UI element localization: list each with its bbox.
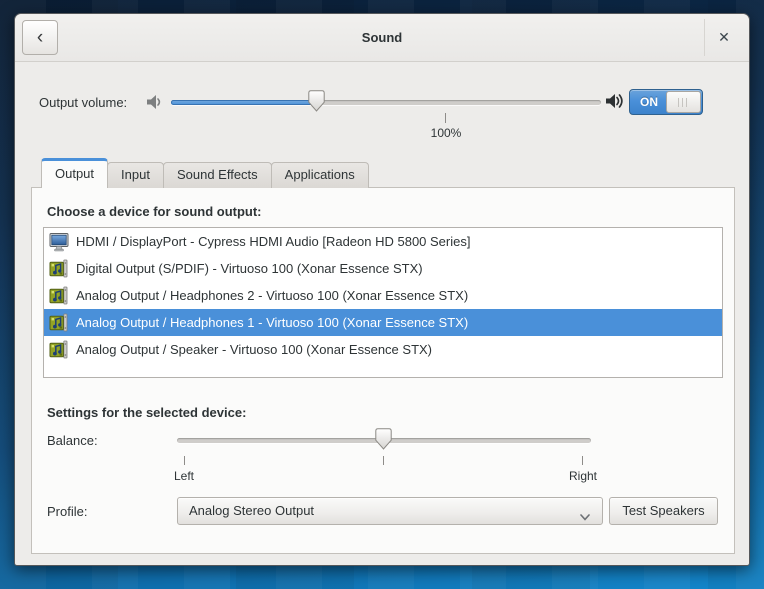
speaker-low-icon — [146, 94, 164, 115]
balance-right-tick — [582, 456, 583, 465]
output-volume-handle[interactable] — [308, 90, 325, 117]
profile-dropdown[interactable]: Analog Stereo Output — [177, 497, 603, 525]
tab-sound-effects[interactable]: Sound Effects — [163, 162, 272, 188]
device-row-spdif[interactable]: Digital Output (S/PDIF) - Virtuoso 100 (… — [44, 255, 722, 282]
device-row-hdmi[interactable]: HDMI / DisplayPort - Cypress HDMI Audio … — [44, 228, 722, 255]
device-label: Analog Output / Headphones 1 - Virtuoso … — [76, 315, 468, 330]
device-list: HDMI / DisplayPort - Cypress HDMI Audio … — [43, 227, 723, 378]
device-label: HDMI / DisplayPort - Cypress HDMI Audio … — [76, 234, 470, 249]
sound-settings-window: ‹ Sound ✕ Output volume: ON 100% Output … — [14, 13, 750, 566]
balance-label: Balance: — [47, 433, 98, 448]
soundcard-icon — [49, 286, 69, 306]
close-icon[interactable]: ✕ — [709, 22, 739, 52]
output-volume-label: Output volume: — [39, 95, 127, 110]
profile-label: Profile: — [47, 504, 87, 519]
balance-left-tick — [184, 456, 185, 465]
device-row-speaker[interactable]: Analog Output / Speaker - Virtuoso 100 (… — [44, 336, 722, 363]
volume-100-label: 100% — [416, 126, 476, 140]
tab-applications[interactable]: Applications — [271, 162, 369, 188]
titlebar-separator — [704, 19, 705, 56]
soundcard-icon — [49, 259, 69, 279]
titlebar: ‹ Sound ✕ — [15, 14, 749, 62]
speaker-high-icon — [605, 92, 625, 115]
switch-on-label: ON — [630, 90, 668, 114]
device-label: Analog Output / Headphones 2 - Virtuoso … — [76, 288, 468, 303]
choose-device-heading: Choose a device for sound output: — [47, 204, 262, 219]
balance-right-label: Right — [548, 469, 618, 483]
switch-grip-icon — [678, 98, 688, 107]
volume-100-tick — [445, 113, 446, 123]
soundcard-icon — [49, 313, 69, 333]
device-label: Analog Output / Speaker - Virtuoso 100 (… — [76, 342, 432, 357]
device-label: Digital Output (S/PDIF) - Virtuoso 100 (… — [76, 261, 423, 276]
balance-handle[interactable] — [375, 428, 392, 455]
output-volume-slider[interactable] — [171, 100, 601, 105]
window-title: Sound — [15, 14, 749, 61]
device-row-headphones1-selected[interactable]: Analog Output / Headphones 1 - Virtuoso … — [44, 309, 722, 336]
chevron-down-icon — [580, 508, 590, 526]
tab-bar: Output Input Sound Effects Applications — [41, 158, 368, 188]
output-volume-fill — [171, 100, 317, 105]
monitor-icon — [49, 232, 69, 252]
settings-heading: Settings for the selected device: — [47, 405, 246, 420]
profile-selected-value: Analog Stereo Output — [189, 498, 314, 524]
switch-handle[interactable] — [666, 91, 701, 113]
soundcard-icon — [49, 340, 69, 360]
device-row-headphones2[interactable]: Analog Output / Headphones 2 - Virtuoso … — [44, 282, 722, 309]
balance-center-tick — [383, 456, 384, 465]
tab-input[interactable]: Input — [107, 162, 164, 188]
test-speakers-button[interactable]: Test Speakers — [609, 497, 718, 525]
balance-left-label: Left — [149, 469, 219, 483]
tab-output[interactable]: Output — [41, 158, 108, 188]
output-volume-switch[interactable]: ON — [629, 89, 703, 115]
